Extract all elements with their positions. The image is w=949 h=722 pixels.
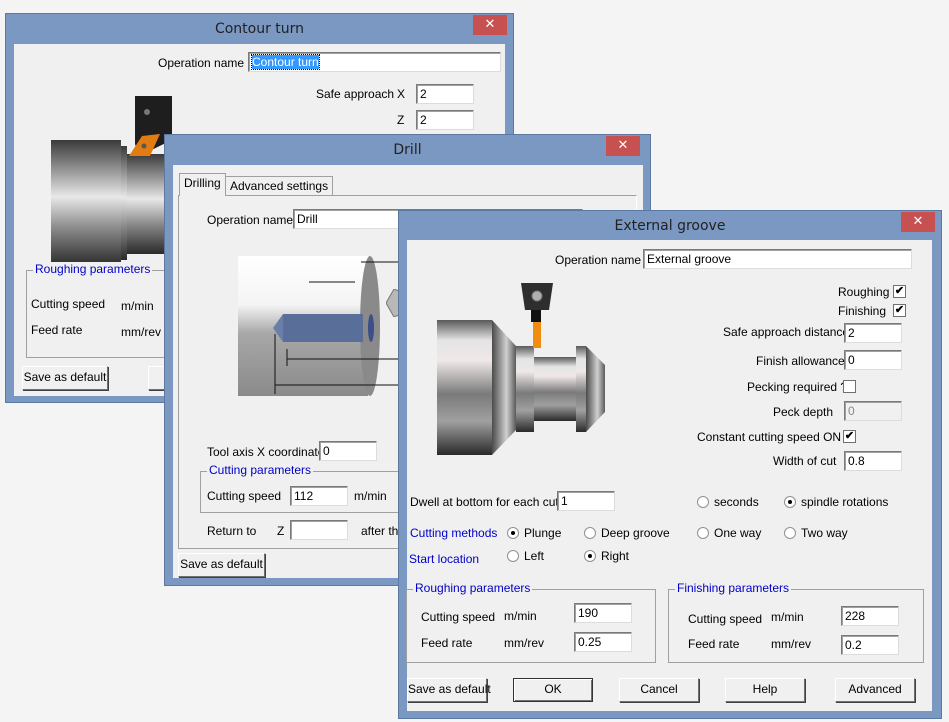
start-location-label: Start location [409, 552, 480, 566]
dwell-seconds-radio[interactable] [697, 496, 709, 508]
roughing-parameters-legend: Roughing parameters [33, 262, 153, 276]
finish-cutting-speed-unit: m/min [771, 610, 804, 624]
operation-name-label: Operation name [158, 56, 245, 70]
return-z-input[interactable] [290, 520, 348, 540]
help-button[interactable]: Help [725, 678, 805, 702]
finishing-checkbox[interactable]: ✔ [893, 304, 906, 317]
start-location-left-label: Left [524, 549, 545, 563]
close-icon[interactable]: ✕ [901, 212, 935, 232]
safe-approach-distance-input[interactable]: 2 [844, 323, 902, 343]
finishing-label: Finishing [838, 304, 887, 318]
cutting-method-plunge-radio[interactable] [507, 527, 519, 539]
external-groove-client: Operation name External groove Roughing … [406, 240, 932, 711]
width-of-cut-label: Width of cut [773, 454, 837, 468]
cutting-method-one-way-label: One way [714, 526, 762, 540]
cutting-speed-unit: m/min [121, 299, 154, 313]
operation-name-input[interactable]: External groove [643, 249, 912, 269]
finish-cutting-speed-input[interactable]: 228 [841, 606, 899, 626]
external-groove-illustration [437, 283, 605, 455]
dwell-spindle-rotations-radio[interactable] [784, 496, 796, 508]
cutting-methods-label: Cutting methods [410, 526, 498, 540]
drill-illustration [238, 256, 411, 396]
cutting-speed-label: Cutting speed [207, 489, 282, 503]
cutting-speed-input[interactable]: 112 [290, 486, 348, 506]
finish-allowance-input[interactable]: 0 [844, 350, 902, 370]
contour-turn-illustration [51, 96, 174, 266]
safe-approach-label: Safe approach [316, 87, 395, 101]
cutting-method-two-way-radio[interactable] [784, 527, 796, 539]
save-as-default-button[interactable]: Save as default [407, 678, 491, 702]
ok-button[interactable]: OK [513, 678, 593, 702]
pecking-required-checkbox[interactable] [843, 380, 856, 393]
safe-approach-distance-label: Safe approach distance [723, 325, 850, 339]
external-groove-title: External groove [614, 218, 726, 234]
start-location-right-label: Right [601, 549, 630, 563]
rough-feed-rate-unit: mm/rev [504, 636, 544, 650]
cancel-button[interactable]: Cancel [619, 678, 699, 702]
cutting-speed-unit: m/min [354, 489, 387, 503]
peck-depth-input[interactable]: 0 [844, 401, 902, 421]
dwell-label: Dwell at bottom for each cut [410, 495, 559, 509]
pecking-required-label: Pecking required ? [747, 380, 848, 394]
start-location-left-radio[interactable] [507, 550, 519, 562]
cutting-speed-label: Cutting speed [31, 297, 106, 311]
finish-feed-rate-unit: mm/rev [771, 637, 811, 651]
safe-approach-x-label: X [397, 87, 406, 101]
finish-cutting-speed-label: Cutting speed [688, 612, 763, 626]
tool-axis-x-label: Tool axis X coordinate [207, 445, 325, 459]
roughing-parameters-group: Roughing parameters [26, 262, 176, 358]
finish-feed-rate-label: Feed rate [688, 637, 740, 651]
external-groove-dialog: External groove ✕ Operation name Externa… [398, 210, 942, 719]
cutting-method-deep-groove-radio[interactable] [584, 527, 596, 539]
operation-name-label: Operation name [207, 213, 294, 227]
roughing-parameters-legend: Roughing parameters [413, 581, 533, 595]
cutting-parameters-legend: Cutting parameters [207, 463, 314, 477]
drill-title: Drill [393, 142, 422, 158]
finishing-parameters-legend: Finishing parameters [675, 581, 792, 595]
groove-insert [533, 322, 541, 348]
start-location-right-radio[interactable] [584, 550, 596, 562]
width-of-cut-input[interactable]: 0.8 [844, 451, 902, 471]
roughing-checkbox[interactable]: ✔ [893, 285, 906, 298]
safe-approach-z-input[interactable]: 2 [416, 110, 474, 130]
cutting-method-deep-groove-label: Deep groove [601, 526, 670, 540]
cutting-method-plunge-label: Plunge [524, 526, 562, 540]
roughing-label: Roughing [838, 285, 890, 299]
tab-drilling[interactable]: Drilling [179, 173, 226, 196]
feed-rate-label: Feed rate [31, 323, 83, 337]
close-icon[interactable]: ✕ [473, 15, 507, 35]
operation-name-label: Operation name [555, 253, 642, 267]
constant-cutting-speed-label: Constant cutting speed ON ? [697, 430, 852, 444]
constant-cutting-speed-checkbox[interactable]: ✔ [843, 430, 856, 443]
rough-cutting-speed-label: Cutting speed [421, 610, 496, 624]
finish-feed-rate-input[interactable]: 0.2 [841, 635, 899, 655]
dwell-spindle-rotations-label: spindle rotations [801, 495, 889, 509]
save-as-default-button[interactable]: Save as default [22, 366, 108, 390]
finish-allowance-label: Finish allowance [756, 354, 845, 368]
advanced-button[interactable]: Advanced [835, 678, 915, 702]
safe-approach-x-input[interactable]: 2 [416, 84, 474, 104]
rough-feed-rate-input[interactable]: 0.25 [574, 632, 632, 652]
rough-cutting-speed-input[interactable]: 190 [574, 603, 632, 623]
cutting-method-one-way-radio[interactable] [697, 527, 709, 539]
dwell-seconds-label: seconds [714, 495, 759, 509]
close-icon[interactable]: ✕ [606, 136, 640, 156]
rough-cutting-speed-unit: m/min [504, 609, 537, 623]
peck-depth-label: Peck depth [773, 405, 834, 419]
contour-turn-title: Contour turn [214, 21, 305, 37]
rough-feed-rate-label: Feed rate [421, 636, 473, 650]
cutting-method-two-way-label: Two way [801, 526, 848, 540]
tool-axis-x-input[interactable]: 0 [319, 441, 377, 461]
safe-approach-z-label: Z [397, 113, 405, 127]
tab-advanced-settings[interactable]: Advanced settings [225, 176, 334, 195]
return-z-label: Z [277, 524, 285, 538]
return-to-label: Return to [207, 524, 257, 538]
operation-name-input[interactable]: Contour turn [248, 52, 501, 72]
save-as-default-button[interactable]: Save as default [178, 553, 265, 577]
feed-rate-unit: mm/rev [121, 325, 161, 339]
dwell-input[interactable]: 1 [557, 491, 615, 511]
